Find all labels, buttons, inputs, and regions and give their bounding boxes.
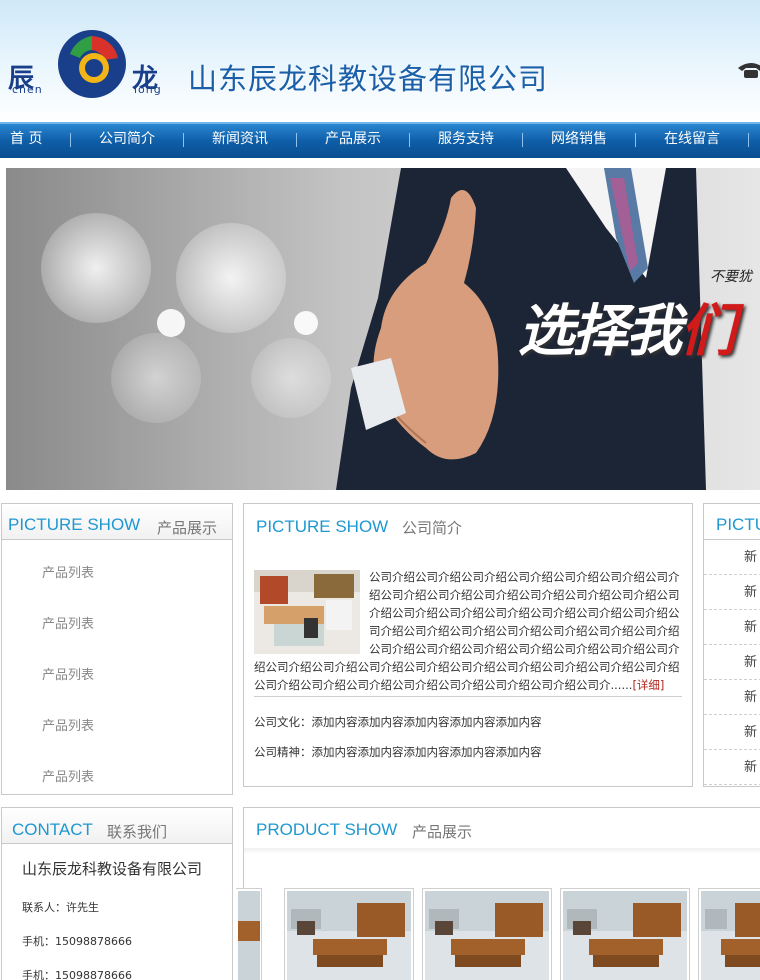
about-image-spacer bbox=[254, 568, 369, 654]
product-list-item[interactable]: 产品列表 bbox=[2, 701, 232, 752]
about-panel: PICTURE SHOW 公司简介 公司介绍公司介绍公司介绍公司介绍公司介绍公司… bbox=[243, 503, 693, 787]
news-title-en: PICTU bbox=[716, 515, 760, 534]
product-show-title-cn: 产品展示 bbox=[412, 823, 473, 841]
contact-mobile: 手机：15098878666 bbox=[22, 935, 132, 948]
logo-text-right: long bbox=[134, 83, 162, 96]
logo-emblem-icon bbox=[58, 30, 126, 98]
product-list-item[interactable]: 产品列表 bbox=[2, 752, 232, 803]
main-nav: 首 页 公司简介 新闻资讯 产品展示 服务支持 网络销售 在线留言 bbox=[0, 122, 760, 158]
news-list-item[interactable]: 新 bbox=[704, 575, 760, 610]
header: 辰 龙 chen long 山东辰龙科教设备有限公司 bbox=[0, 0, 760, 122]
news-list: 新 新 新 新 新 新 新 bbox=[704, 540, 760, 785]
product-list-item[interactable]: 产品列表 bbox=[2, 650, 232, 701]
company-spirit: 公司精神：添加内容添加内容添加内容添加内容添加内容 bbox=[254, 745, 542, 759]
contact-panel-header: CONTACT 联系我们 bbox=[2, 808, 232, 844]
phone-icon bbox=[738, 63, 760, 78]
product-show-panel: PRODUCT SHOW 产品展示 bbox=[236, 807, 760, 980]
nav-about[interactable]: 公司简介 bbox=[71, 124, 183, 158]
product-list-item[interactable]: 产品列表 bbox=[2, 548, 232, 599]
company-name: 山东辰龙科教设备有限公司 bbox=[188, 62, 549, 96]
about-title-en: PICTURE SHOW bbox=[256, 517, 389, 536]
products-title-en: PICTURE SHOW bbox=[8, 515, 141, 534]
contact-person: 联系人：许先生 bbox=[22, 901, 99, 914]
nav-service[interactable]: 服务支持 bbox=[410, 124, 522, 158]
product-thumb[interactable] bbox=[698, 888, 760, 980]
nav-home[interactable]: 首 页 bbox=[0, 124, 70, 158]
nav-message[interactable]: 在线留言 bbox=[636, 124, 748, 158]
about-more-link[interactable]: [详细] bbox=[632, 678, 664, 692]
banner-headline-white: 选择我 bbox=[518, 299, 682, 364]
product-list-item[interactable]: 产品列表 bbox=[2, 599, 232, 650]
product-thumb-image bbox=[563, 891, 687, 980]
products-panel: PICTURE SHOW 产品展示 产品列表 产品列表 产品列表 产品列表 产品… bbox=[1, 503, 233, 795]
product-thumb-image bbox=[425, 891, 549, 980]
contact-title-en: CONTACT bbox=[12, 820, 93, 839]
news-list-item[interactable]: 新 bbox=[704, 715, 760, 750]
nav-divider bbox=[748, 133, 749, 147]
contact-company: 山东辰龙科教设备有限公司 bbox=[22, 860, 203, 878]
product-thumb-image bbox=[701, 891, 760, 980]
product-thumb[interactable] bbox=[422, 888, 552, 980]
about-panel-header: PICTURE SHOW 公司简介 bbox=[244, 504, 692, 540]
contact-title-cn: 联系我们 bbox=[107, 823, 168, 841]
contact-mobile: 手机：15098878666 bbox=[22, 969, 132, 980]
nav-news[interactable]: 新闻资讯 bbox=[184, 124, 296, 158]
products-panel-header: PICTURE SHOW 产品展示 bbox=[2, 504, 232, 540]
news-list-item[interactable]: 新 bbox=[704, 540, 760, 575]
news-panel: PICTU 新 新 新 新 新 新 新 bbox=[703, 503, 760, 787]
company-logo[interactable]: 辰 龙 chen long bbox=[8, 28, 178, 106]
news-list-item[interactable]: 新 bbox=[704, 750, 760, 785]
page: 辰 龙 chen long 山东辰龙科教设备有限公司 首 页 公司简介 新闻资讯… bbox=[0, 0, 760, 980]
product-show-header: PRODUCT SHOW 产品展示 bbox=[244, 808, 760, 844]
banner-headline: 选择我们 bbox=[518, 286, 736, 367]
product-show-title-en: PRODUCT SHOW bbox=[256, 820, 398, 839]
product-thumb[interactable] bbox=[560, 888, 690, 980]
product-thumb[interactable] bbox=[284, 888, 414, 980]
company-culture: 公司文化：添加内容添加内容添加内容添加内容添加内容 bbox=[254, 715, 542, 729]
hero-banner[interactable]: 不要犹 选择我们 bbox=[6, 168, 760, 490]
nav-sales[interactable]: 网络销售 bbox=[523, 124, 635, 158]
nav-products[interactable]: 产品展示 bbox=[297, 124, 409, 158]
news-list-item[interactable]: 新 bbox=[704, 610, 760, 645]
products-title-cn: 产品展示 bbox=[157, 519, 218, 537]
logo-text-left: chen bbox=[12, 83, 43, 96]
about-title-cn: 公司简介 bbox=[402, 519, 463, 537]
banner-tagline: 不要犹 bbox=[710, 269, 752, 285]
about-divider bbox=[254, 696, 682, 697]
news-list-item[interactable]: 新 bbox=[704, 680, 760, 715]
contact-body: 山东辰龙科教设备有限公司 联系人：许先生 手机：15098878666 手机：1… bbox=[2, 844, 232, 980]
banner-headline-red: 们 bbox=[680, 299, 736, 364]
product-thumb-image bbox=[238, 891, 260, 980]
contact-panel: CONTACT 联系我们 山东辰龙科教设备有限公司 联系人：许先生 手机：150… bbox=[1, 807, 233, 980]
news-panel-header: PICTU bbox=[704, 504, 760, 540]
product-thumb-image bbox=[287, 891, 411, 980]
about-intro-block: 公司介绍公司介绍公司介绍公司介绍公司介绍公司介绍公司介绍公司介绍公司介绍公司介绍… bbox=[254, 568, 682, 694]
product-carousel bbox=[236, 888, 760, 980]
product-thumb[interactable] bbox=[236, 888, 262, 980]
product-list: 产品列表 产品列表 产品列表 产品列表 产品列表 bbox=[2, 540, 232, 803]
product-show-header-shadow bbox=[244, 848, 760, 854]
news-list-item[interactable]: 新 bbox=[704, 645, 760, 680]
